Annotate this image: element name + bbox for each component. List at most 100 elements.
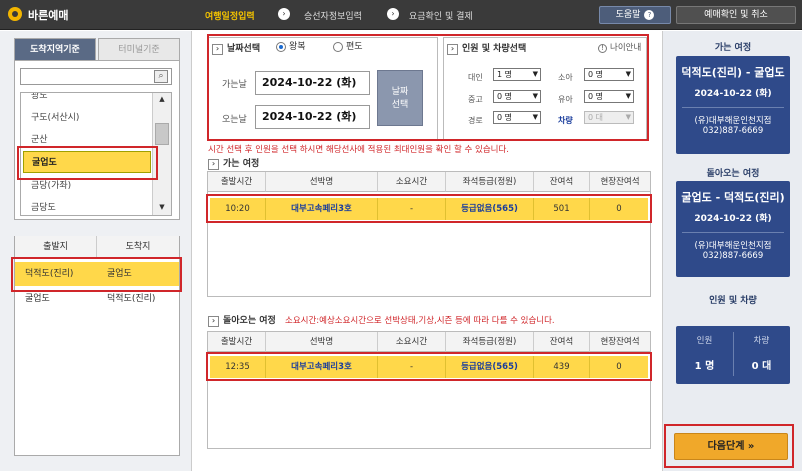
adult-label: 대인 [468,73,483,82]
col-header: 잔여석 [534,172,590,192]
inbound-note: 소요시간:예상소요시간으로 선박상태,기상,시즌 등에 따라 다를 수 있습니다… [285,316,555,326]
tab-region[interactable]: 도착지역기준 [14,38,96,60]
vehicle-value: 0 대 [588,113,603,122]
date-select-button[interactable]: 날짜 선택 [377,70,423,126]
passenger-section-title: 인원 및 차량선택 [447,41,526,55]
adult-value: 1 명 [497,70,512,79]
chevron-down-icon: ▼ [625,92,631,100]
help-button-label: 도움말 [615,10,641,20]
vehicle-count-label: 차량 [753,336,770,346]
vehicle-select: 0 대 ▼ [584,111,634,124]
step-payment: 요금확인 및 결제 [409,12,473,22]
return-agency: (유)대부해운인천지점 [694,241,772,251]
col-header: 소요시간 [378,332,446,352]
inbound-title: 돌아오는 여정 [208,313,276,327]
go-summary-card: 덕적도(진리) - 굴업도 2024-10-22 (화) (유)대부해운인천지점… [676,56,790,154]
chevron-right-icon: › [278,8,290,20]
chevron-right-icon: › [387,8,399,20]
search-icon[interactable]: ⌕ [154,70,168,83]
vehicle-count: 0 대 [751,361,772,372]
col-header: 선박명 [266,172,378,192]
booking-check-button[interactable]: 예매확인 및 취소 [676,6,796,24]
go-summary-title: 가는 여정 [714,43,752,53]
cell-onsite: 0 [616,362,622,372]
chevron-down-icon: ▼ [532,70,538,78]
tab-terminal[interactable]: 터미널기준 [98,38,180,60]
radio-checked-icon [276,41,286,52]
scroll-up-icon[interactable]: ▲ [153,93,171,105]
return-phone: 032)887-6669 [702,251,764,261]
cell-duration: - [378,356,446,378]
chevron-down-icon: ▼ [532,92,538,100]
people-label: 인원 [696,336,713,346]
region-search-input[interactable] [20,68,172,85]
return-date-label: 오는날 [222,115,247,125]
list-item[interactable]: 광도 [23,93,151,107]
child-label: 소아 [558,73,573,82]
senior-label: 경로 [468,116,483,125]
col-header: 현장잔여석 [590,332,650,352]
return-date-field[interactable]: 2024-10-22 (화) [255,105,370,129]
senior-select[interactable]: 0 명 ▼ [493,111,541,124]
step-schedule: 여행일정입력 [205,12,255,22]
route-departure: 덕적도(진리) [25,269,74,279]
go-agency: (유)대부해운인천지점 [694,116,772,126]
cell-duration: - [378,198,446,220]
list-item[interactable]: 군산 [23,129,151,151]
teen-select[interactable]: 0 명 ▼ [493,90,541,103]
cell-remaining: 501 [534,198,590,220]
teen-label: 중고 [468,95,483,104]
cell-ship: 대부고속페리3호 [266,356,378,378]
list-item[interactable]: 금당(가좌) [23,175,151,197]
col-header: 선박명 [266,332,378,352]
cell-grade: 등급없음(565) [446,356,534,378]
list-item-selected[interactable]: 굴업도 [23,151,151,173]
col-header: 좌석등급(정원) [446,172,534,192]
adult-select[interactable]: 1 명 ▼ [493,68,541,81]
help-button[interactable]: 도움말? [599,6,671,24]
go-date-field[interactable]: 2024-10-22 (화) [255,71,370,95]
cell-time: 12:35 [210,356,266,378]
cell-time: 10:20 [210,198,266,220]
route-departure[interactable]: 굴업도 [15,288,97,310]
radio-round-trip[interactable]: 왕복 [276,39,306,52]
region-list: 광도 구도(서산시) 군산 굴업도 금당(가좌) 금당도 [20,92,172,216]
route-header-arrival: 도착지 [97,236,179,258]
step-passenger-info: 승선자정보입력 [304,12,362,22]
chevron-down-icon: ▼ [625,113,631,121]
next-step-button[interactable]: 다음단계 » [674,433,788,460]
return-summary-card: 굴업도 - 덕적도(진리) 2024-10-22 (화) (유)대부해운인천지점… [676,181,790,277]
infant-label: 유아 [558,95,573,104]
col-header: 출발시간 [208,332,266,352]
route-header-departure: 출발지 [15,236,97,258]
col-header: 좌석등급(정원) [446,332,534,352]
count-title: 인원 및 차량 [709,296,757,306]
cell-onsite: 0 [616,204,622,214]
radio-label: 왕복 [289,42,306,52]
list-item[interactable]: 금당도 [23,197,151,215]
infant-select[interactable]: 0 명 ▼ [584,90,634,103]
scroll-down-icon[interactable]: ▼ [153,201,171,213]
go-date: 2024-10-22 (화) [694,89,772,99]
scroll-thumb[interactable] [155,123,169,145]
go-route: 덕적도(진리) - 굴업도 [681,66,785,79]
col-header: 출발시간 [208,172,266,192]
go-date-label: 가는날 [222,80,247,90]
return-date: 2024-10-22 (화) [694,214,772,224]
radio-one-way[interactable]: 편도 [333,39,363,52]
vehicle-label: 차량 [558,116,573,125]
chevron-down-icon: ▼ [532,113,538,121]
col-header: 소요시간 [378,172,446,192]
date-section-title: 날짜선택 [212,41,260,55]
child-select[interactable]: 0 명 ▼ [584,68,634,81]
age-info-link[interactable]: ! 나이안내 [598,41,641,53]
age-info-label: 나이안내 [610,43,642,53]
chevron-down-icon: ▼ [625,70,631,78]
child-value: 0 명 [588,70,603,79]
list-item[interactable]: 구도(서산시) [23,107,151,129]
route-arrival[interactable]: 덕적도(진리) [97,288,179,310]
region-scrollbar[interactable]: ▲ ▼ [152,93,171,215]
double-chevron-right-icon: » [747,441,755,452]
app-title: 바른예매 [28,9,69,22]
info-icon: ! [598,44,607,53]
